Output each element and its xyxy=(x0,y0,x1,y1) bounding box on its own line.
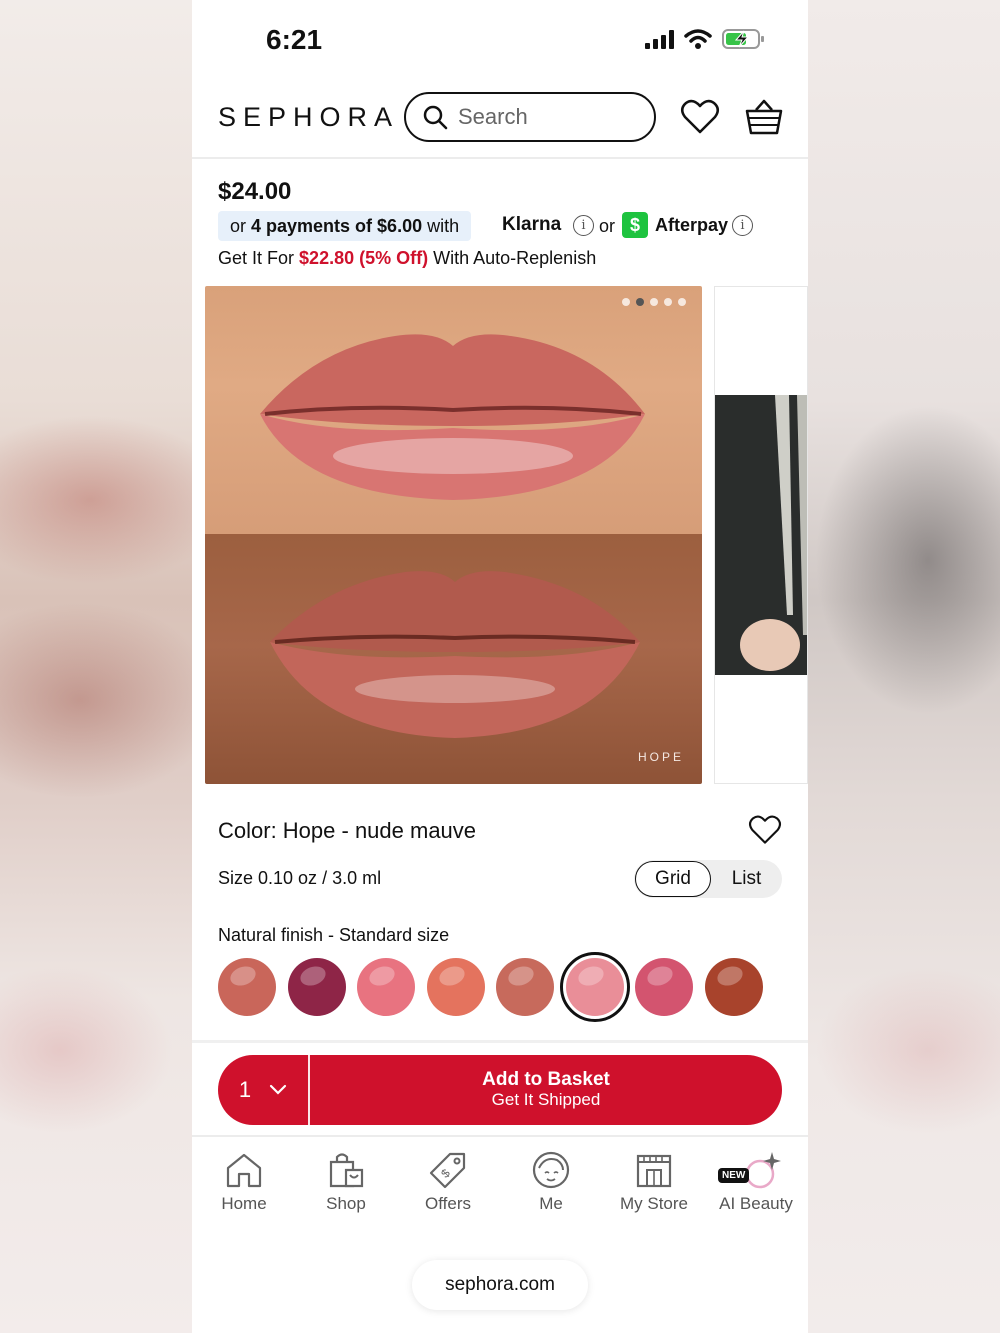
replenish-suffix: With Auto-Replenish xyxy=(433,248,597,268)
image-shade-label: HOPE xyxy=(637,750,684,764)
add-to-basket-label: Add to Basket xyxy=(482,1069,610,1091)
nav-home[interactable]: Home xyxy=(192,1150,296,1214)
klarna-logo[interactable]: Klarna xyxy=(502,214,561,236)
status-icons xyxy=(645,28,766,50)
basket-divider xyxy=(192,1040,808,1043)
nav-divider xyxy=(192,1135,808,1137)
finish-label: Natural finish - Standard size xyxy=(218,925,450,945)
size-label: Size 0.10 oz / 3.0 ml xyxy=(218,868,382,888)
basket-icon[interactable] xyxy=(744,98,784,136)
lip-swatch-image-light xyxy=(205,286,702,534)
nav-offers-label: Offers xyxy=(425,1194,471,1213)
shade-swatch[interactable] xyxy=(704,958,763,1016)
next-image-preview[interactable] xyxy=(714,286,808,784)
status-time: 6:21 xyxy=(266,24,323,55)
nav-ai-beauty[interactable]: NEW AI Beauty xyxy=(704,1150,808,1214)
nav-shop-label: Shop xyxy=(326,1194,366,1213)
shade-swatch[interactable] xyxy=(496,958,554,1016)
nav-offers[interactable]: $ Offers xyxy=(396,1150,500,1214)
shade-heart-icon[interactable] xyxy=(748,814,782,846)
video-thumbnail xyxy=(715,395,807,675)
tag-icon: $ xyxy=(429,1152,466,1189)
store-icon xyxy=(636,1154,672,1188)
new-badge: NEW xyxy=(718,1168,750,1183)
payment-or-text: or xyxy=(599,216,616,236)
carousel-dot[interactable] xyxy=(636,298,644,306)
shipping-label: Get It Shipped xyxy=(491,1090,601,1110)
afterpay-icon: $ xyxy=(622,212,648,238)
installment-suffix: with xyxy=(427,215,460,236)
carousel-dot[interactable] xyxy=(622,298,630,306)
shade-swatch[interactable] xyxy=(426,958,485,1016)
shopping-bag-icon xyxy=(329,1153,364,1188)
browser-url-bar[interactable]: sephora.com xyxy=(412,1260,588,1310)
nav-home-label: Home xyxy=(221,1194,267,1213)
shade-swatch[interactable] xyxy=(218,958,276,1016)
afterpay-label[interactable]: Afterpay xyxy=(655,215,728,236)
nav-me-label: Me xyxy=(539,1194,563,1213)
auto-replenish-text[interactable]: Get It For $22.80 (5% Off) With Auto-Rep… xyxy=(218,248,596,269)
header-divider xyxy=(192,157,808,159)
svg-text:$: $ xyxy=(438,1166,453,1181)
carousel-dot[interactable] xyxy=(650,298,658,306)
installment-prefix: or xyxy=(230,215,247,236)
cellular-signal-icon xyxy=(645,29,674,49)
search-icon xyxy=(423,105,448,130)
chevron-down-icon xyxy=(270,1084,287,1095)
replenish-price: $22.80 (5% Off) xyxy=(299,248,429,268)
quantity-value: 1 xyxy=(238,1077,252,1102)
phone-screen: 6:21 SEPHORA Search $24.00 or 4 payments… xyxy=(192,0,808,1333)
sephora-logo[interactable]: SEPHORA xyxy=(218,102,399,133)
installment-pill[interactable]: or 4 payments of $6.00 with xyxy=(218,211,472,241)
view-toggle: Grid List xyxy=(634,860,782,898)
carousel-dot[interactable] xyxy=(664,298,672,306)
add-to-basket-bar: 1 Add to Basket Get It Shipped xyxy=(218,1055,782,1125)
grid-view-button[interactable]: Grid xyxy=(635,861,711,897)
wifi-icon xyxy=(684,29,712,49)
shade-swatch[interactable] xyxy=(565,958,624,1016)
lip-swatch-image-deep xyxy=(205,534,702,784)
search-placeholder: Search xyxy=(458,104,528,129)
search-input[interactable]: Search xyxy=(404,92,656,142)
shade-swatch[interactable] xyxy=(635,958,693,1016)
face-icon xyxy=(532,1151,570,1189)
klarna-info-icon[interactable]: i xyxy=(573,215,594,236)
wishlist-heart-icon[interactable] xyxy=(680,98,720,136)
background-left xyxy=(0,0,192,1333)
installment-payments: 4 payments of $6.00 xyxy=(251,215,423,236)
list-view-button[interactable]: List xyxy=(711,868,782,890)
shade-swatch[interactable] xyxy=(287,958,346,1016)
afterpay-info-icon[interactable]: i xyxy=(732,215,753,236)
background-right xyxy=(808,0,1000,1333)
carousel-dots[interactable] xyxy=(622,298,686,306)
shade-swatch[interactable] xyxy=(357,958,415,1016)
product-price: $24.00 xyxy=(218,178,292,205)
product-image-carousel[interactable]: HOPE xyxy=(205,286,702,784)
replenish-prefix: Get It For xyxy=(218,248,295,268)
color-label: Color: Hope - nude mauve xyxy=(218,818,477,843)
carousel-dot[interactable] xyxy=(678,298,686,306)
nav-my-store[interactable]: My Store xyxy=(602,1150,706,1214)
nav-ai-beauty-label: AI Beauty xyxy=(719,1194,793,1213)
nav-my-store-label: My Store xyxy=(619,1194,689,1213)
home-icon xyxy=(226,1153,262,1188)
add-to-basket-button[interactable]: Add to Basket Get It Shipped xyxy=(310,1069,782,1110)
nav-me[interactable]: Me xyxy=(499,1150,603,1214)
battery-icon xyxy=(722,29,764,49)
quantity-selector[interactable]: 1 xyxy=(218,1055,310,1125)
nav-shop[interactable]: Shop xyxy=(294,1150,398,1214)
bottom-nav: Home Shop $ Offers Me My Store NEW AI Be… xyxy=(192,1150,808,1230)
